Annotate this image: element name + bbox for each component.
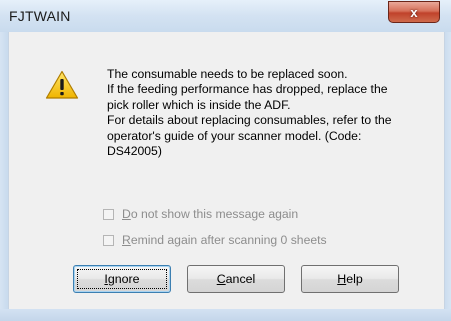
message-line: pick roller which is inside the ADF. (107, 97, 291, 112)
cancel-button[interactable]: Cancel (187, 265, 285, 293)
help-button-label: Help (337, 272, 363, 286)
remind-checkbox[interactable] (103, 234, 114, 246)
do-not-show-option[interactable]: Do not show this message again (103, 206, 298, 222)
close-button[interactable]: x (388, 1, 440, 23)
title-bar: FJTWAIN x (0, 0, 451, 33)
ignore-button-label: Ignore (104, 272, 140, 286)
close-icon: x (410, 4, 418, 20)
remind-label: Remind again after scanning 0 sheets (122, 233, 327, 247)
window-frame-left (0, 32, 8, 309)
message-text: The consumable needs to be replaced soon… (107, 67, 427, 159)
warning-icon (45, 70, 79, 99)
dialog-window: FJTWAIN x The consumable needs to be rep… (0, 0, 451, 321)
message-line: The consumable needs to be replaced soon… (107, 67, 348, 81)
help-button[interactable]: Help (301, 265, 399, 293)
do-not-show-checkbox[interactable] (103, 208, 114, 220)
ignore-button[interactable]: Ignore (73, 265, 171, 293)
message-line: If the feeding performance has dropped, … (107, 82, 388, 97)
window-frame-bottom (0, 309, 451, 321)
message-line: operator's guide of your scanner model. … (107, 128, 362, 143)
message-line: For details about replacing consumables,… (107, 113, 392, 128)
message-line: DS42005) (107, 144, 162, 159)
cancel-button-label: Cancel (216, 272, 256, 286)
remind-option[interactable]: Remind again after scanning 0 sheets (103, 232, 327, 248)
window-title: FJTWAIN (9, 8, 71, 24)
do-not-show-label: Do not show this message again (122, 207, 299, 221)
